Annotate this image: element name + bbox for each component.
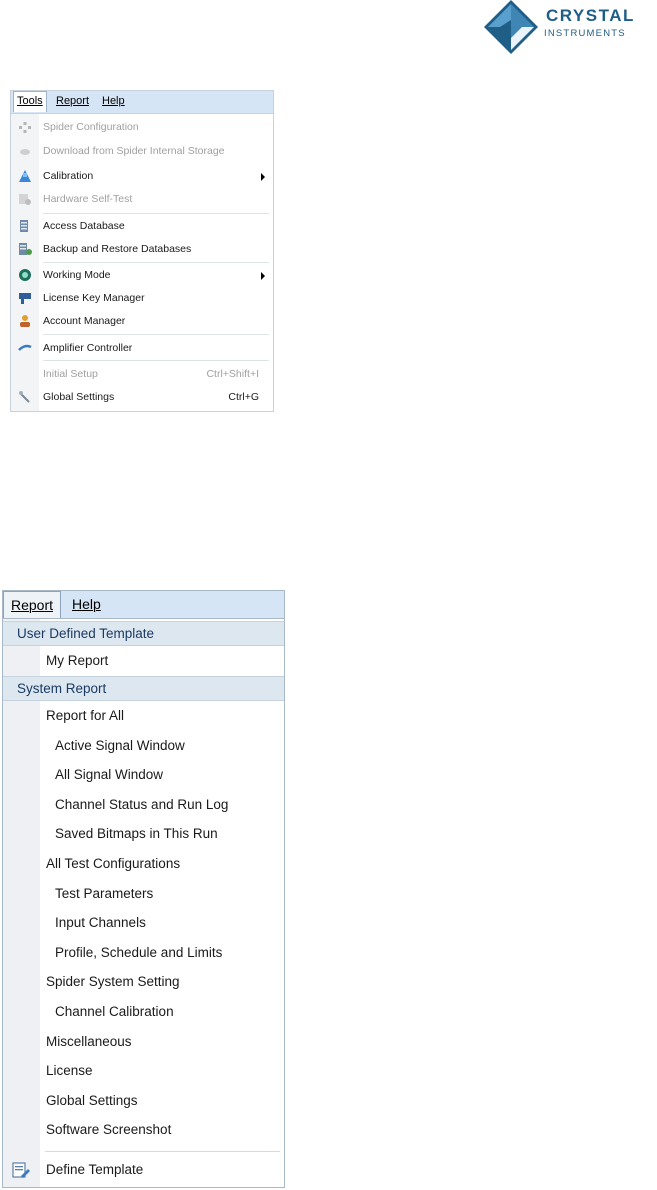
submenu-arrow-icon [261, 173, 265, 181]
menu-item-label: Active Signal Window [55, 737, 185, 753]
menu-item-label: Profile, Schedule and Limits [55, 944, 223, 960]
menu-item-access-database[interactable]: Access Database [11, 215, 273, 239]
menu-item-label: Define Template [46, 1162, 144, 1177]
menu-bar: Report Help [3, 591, 284, 619]
menu-item-label: Test Parameters [55, 885, 154, 901]
menu-item-label: Spider Configuration [43, 121, 139, 133]
menu-item-download[interactable]: Download from Spider Internal Storage [11, 140, 273, 164]
menu-item-channel-calibration[interactable]: Channel Calibration [3, 997, 284, 1027]
menu-item-software-screenshot[interactable]: Software Screenshot [3, 1115, 284, 1145]
menu-help[interactable]: Help [102, 95, 125, 107]
menu-item-calibration[interactable]: Calibration [11, 165, 273, 189]
menu-separator [43, 262, 269, 263]
menu-item-label: License Key Manager [43, 292, 145, 304]
menu-item-label: Working Mode [43, 269, 111, 281]
menu-item-label: All Signal Window [55, 767, 164, 783]
menu-separator [43, 334, 269, 335]
menu-item-label: Miscellaneous [46, 1033, 132, 1049]
group-header-system-report: System Report [3, 676, 284, 701]
self-test-icon [19, 194, 31, 205]
menu-item-label: Calibration [43, 170, 94, 182]
menu-item-amplifier-controller[interactable]: Amplifier Controller [11, 337, 273, 361]
menu-item-label: Software Screenshot [46, 1122, 172, 1138]
menu-item-label: Access Database [43, 220, 125, 232]
menu-help[interactable]: Help [65, 591, 108, 618]
submenu-arrow-icon [261, 272, 265, 280]
menu-item-global-settings[interactable]: Global Settings Ctrl+G [11, 386, 273, 410]
menu-bar: Tools Report Help [11, 91, 273, 114]
menu-item-working-mode[interactable]: Working Mode [11, 264, 273, 288]
menu-item-license[interactable]: License [3, 1056, 284, 1086]
menu-report-label: Report [11, 597, 54, 613]
license-key-icon [19, 293, 31, 304]
menu-item-license-key-manager[interactable]: License Key Manager [11, 287, 273, 311]
menu-item-test-parameters[interactable]: Test Parameters [3, 879, 284, 909]
menu-item-label: Global Settings [43, 391, 115, 403]
menu-item-define-template[interactable]: Define Template [3, 1155, 284, 1185]
menu-separator [43, 360, 269, 361]
menu-item-all-signal-window[interactable]: All Signal Window [3, 760, 284, 790]
download-icon [20, 149, 30, 155]
report-menu-screenshot: Report Help User Defined Template My Rep… [2, 590, 285, 1188]
menu-item-shortcut: Ctrl+G [228, 391, 259, 403]
menu-item-label: Backup and Restore Databases [43, 243, 192, 255]
database-icon [20, 220, 28, 232]
menu-item-hardware-self-test[interactable]: Hardware Self-Test [11, 188, 273, 212]
menu-item-label: Initial Setup [43, 368, 98, 380]
calibration-icon [19, 170, 31, 182]
menu-item-label: Amplifier Controller [43, 342, 133, 354]
menu-item-spider-system-setting[interactable]: Spider System Setting [3, 967, 284, 997]
menu-item-label: Saved Bitmaps in This Run [55, 826, 218, 842]
menu-item-shortcut: Ctrl+Shift+I [206, 368, 259, 380]
crystal-instruments-logo: CRYSTAL INSTRUMENTS [480, 0, 657, 55]
menu-item-miscellaneous[interactable]: Miscellaneous [3, 1027, 284, 1057]
menu-item-profile-schedule-and-limits[interactable]: Profile, Schedule and Limits [3, 938, 284, 968]
define-template-icon [12, 1162, 30, 1178]
menu-item-input-channels[interactable]: Input Channels [3, 908, 284, 938]
menu-item-label: All Test Configurations [46, 856, 181, 871]
menu-separator [43, 213, 269, 214]
menu-item-label: Download from Spider Internal Storage [43, 145, 225, 157]
menu-item-label: Input Channels [55, 915, 146, 931]
logo-name: CRYSTAL [546, 6, 635, 25]
account-icon [20, 315, 30, 327]
menu-item-backup-restore[interactable]: Backup and Restore Databases [11, 238, 273, 262]
menu-item-label: My Report [46, 653, 109, 668]
group-header-label: User Defined Template [17, 626, 155, 641]
logo-subtitle: INSTRUMENTS [544, 28, 626, 39]
menu-item-label: Channel Calibration [55, 1004, 174, 1019]
menu-item-label: Channel Status and Run Log [55, 796, 229, 812]
menu-separator [45, 1151, 280, 1152]
menu-item-label: License [46, 1063, 93, 1079]
menu-item-label: Account Manager [43, 315, 126, 327]
menu-item-label: Global Settings [46, 1092, 138, 1108]
menu-tools[interactable]: Tools [13, 91, 47, 112]
menu-item-label: Hardware Self-Test [43, 193, 133, 205]
spider-icon [19, 122, 31, 133]
working-mode-icon [19, 269, 31, 281]
menu-item-report-for-all[interactable]: Report for All [3, 701, 284, 731]
group-header-label: System Report [17, 681, 107, 696]
menu-help-label: Help [72, 596, 101, 612]
diamond-logo-icon [484, 0, 538, 54]
backup-icon [19, 243, 32, 255]
amplifier-icon [18, 344, 32, 351]
menu-report[interactable]: Report [56, 95, 89, 107]
menu-item-label: Report for All [46, 708, 125, 723]
menu-item-spider-configuration[interactable]: Spider Configuration [11, 116, 273, 140]
menu-item-account-manager[interactable]: Account Manager [11, 310, 273, 334]
menu-item-channel-status-and-run-log[interactable]: Channel Status and Run Log [3, 790, 284, 820]
menu-item-saved-bitmaps-in-this-run[interactable]: Saved Bitmaps in This Run [3, 819, 284, 849]
tools-menu-screenshot: Tools Report Help Spider Configuration D… [10, 90, 274, 412]
menu-item-global-settings[interactable]: Global Settings [3, 1086, 284, 1116]
group-header-user-defined: User Defined Template [3, 621, 284, 646]
menu-report[interactable]: Report [3, 591, 62, 618]
menu-item-all-test-configurations[interactable]: All Test Configurations [3, 849, 284, 879]
menu-item-active-signal-window[interactable]: Active Signal Window [3, 731, 284, 761]
wrench-icon [19, 391, 30, 403]
menu-item-label: Spider System Setting [46, 974, 180, 990]
menu-item-initial-setup[interactable]: Initial Setup Ctrl+Shift+I [11, 363, 273, 387]
menu-item-my-report[interactable]: My Report [3, 646, 284, 676]
